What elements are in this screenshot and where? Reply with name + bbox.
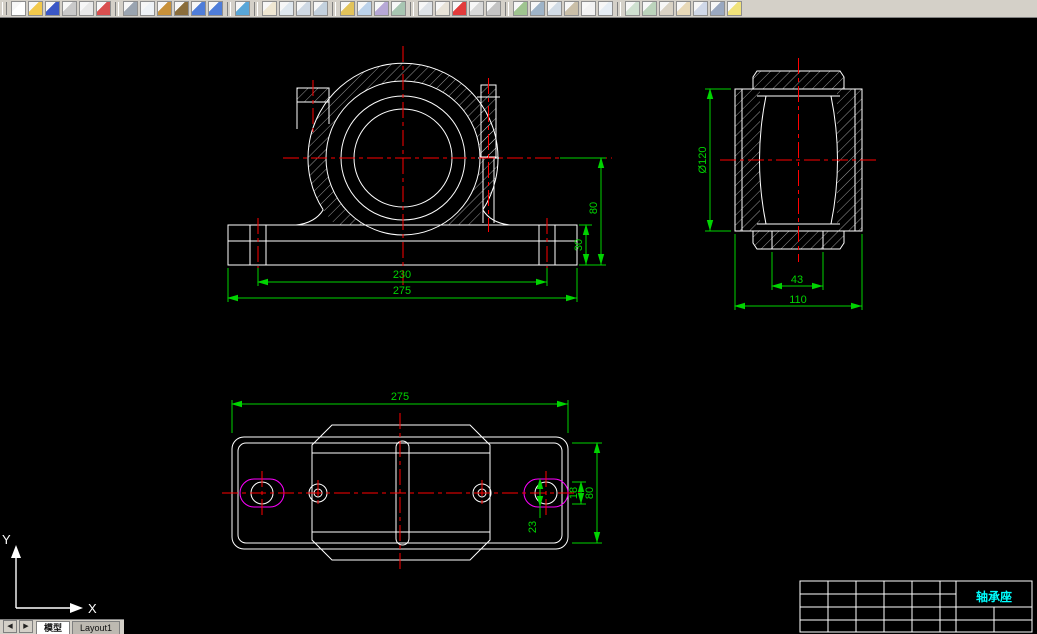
ucs-y-arrow <box>11 545 21 558</box>
layout-tab-bar: ◀ ▶ 模型 Layout1 <box>0 619 125 634</box>
ucs-y-label: Y <box>2 532 11 547</box>
redo-icon[interactable] <box>208 1 223 16</box>
toolbar-separator <box>254 1 258 16</box>
toolbar-separator <box>410 1 414 16</box>
dim-text-275-plan: 275 <box>391 391 409 403</box>
dim-text-230: 230 <box>393 269 411 281</box>
dim-text-80: 80 <box>588 202 600 214</box>
title-block: 轴承座 <box>799 580 1033 633</box>
zoom-realtime-icon[interactable] <box>279 1 294 16</box>
toolbar-separator <box>332 1 336 16</box>
design-center-icon[interactable] <box>374 1 389 16</box>
region-icon[interactable] <box>564 1 579 16</box>
model-space-canvas[interactable]: 230 275 30 80 Ø120 43 110 275 18 80 23 Y… <box>0 0 1037 634</box>
help-icon[interactable] <box>727 1 742 16</box>
match-properties-icon[interactable] <box>174 1 189 16</box>
dim-text-43: 43 <box>791 274 803 286</box>
open-icon[interactable] <box>28 1 43 16</box>
toolbar-icons <box>10 1 743 16</box>
toolbar-grip[interactable] <box>2 2 7 15</box>
toolbar-separator <box>617 1 621 16</box>
side-view: Ø120 43 110 <box>697 58 877 310</box>
dim-text-275: 275 <box>393 285 411 297</box>
layer-previous-icon[interactable] <box>435 1 450 16</box>
properties-icon[interactable] <box>357 1 372 16</box>
distance-icon[interactable] <box>340 1 355 16</box>
color-control-icon[interactable] <box>452 1 467 16</box>
tab-layout1[interactable]: Layout1 <box>72 621 121 634</box>
toolbar-separator <box>227 1 231 16</box>
tab-model[interactable]: 模型 <box>36 621 71 634</box>
front-left-fillet <box>295 209 324 226</box>
zoom-previous-icon[interactable] <box>313 1 328 16</box>
dim-text-dia120: Ø120 <box>697 147 709 174</box>
plan-view: 275 18 80 23 <box>222 391 602 570</box>
dim-text-110: 110 <box>789 294 807 306</box>
table-icon[interactable] <box>598 1 613 16</box>
tab-scroll-right-button[interactable]: ▶ <box>19 620 33 633</box>
ucs-x-label: X <box>88 601 97 616</box>
copy-icon[interactable] <box>140 1 155 16</box>
paste-icon[interactable] <box>157 1 172 16</box>
dim-text-18: 18 <box>568 487 580 499</box>
make-block-icon[interactable] <box>513 1 528 16</box>
front-view: 230 275 30 80 <box>227 46 612 302</box>
tab-scroll-left-button[interactable]: ◀ <box>3 620 17 633</box>
ucs-x-arrow <box>70 603 83 613</box>
3d-orbit-icon[interactable] <box>642 1 657 16</box>
pan-realtime-icon[interactable] <box>262 1 277 16</box>
hatch-icon[interactable] <box>547 1 562 16</box>
toolbar-separator <box>115 1 119 16</box>
ucs-icon[interactable] <box>693 1 708 16</box>
named-views-icon[interactable] <box>625 1 640 16</box>
top-toolbar <box>0 0 1037 18</box>
zoom-window-icon[interactable] <box>296 1 311 16</box>
dim-text-23: 23 <box>527 521 539 533</box>
cut-icon[interactable] <box>123 1 138 16</box>
osnap-settings-icon[interactable] <box>676 1 691 16</box>
new-icon[interactable] <box>11 1 26 16</box>
lineweight-control-icon[interactable] <box>486 1 501 16</box>
dim-text-30: 30 <box>573 239 585 251</box>
layers-icon[interactable] <box>418 1 433 16</box>
front-right-fillet <box>482 209 511 226</box>
part-name-text: 轴承座 <box>976 589 1012 604</box>
toolbar-separator <box>505 1 509 16</box>
tool-palettes-icon[interactable] <box>391 1 406 16</box>
regen-icon[interactable] <box>659 1 674 16</box>
insert-hyperlink-icon[interactable] <box>235 1 250 16</box>
text-icon[interactable] <box>581 1 596 16</box>
plot-icon[interactable] <box>62 1 77 16</box>
undo-icon[interactable] <box>191 1 206 16</box>
spelling-icon[interactable] <box>96 1 111 16</box>
print-preview-icon[interactable] <box>79 1 94 16</box>
ucs-icon: Y X <box>2 532 97 616</box>
save-icon[interactable] <box>45 1 60 16</box>
render-icon[interactable] <box>710 1 725 16</box>
dim-text-80-plan: 80 <box>584 487 596 499</box>
linetype-control-icon[interactable] <box>469 1 484 16</box>
autocad-window: 230 275 30 80 Ø120 43 110 275 18 80 23 Y… <box>0 0 1037 634</box>
insert-block-icon[interactable] <box>530 1 545 16</box>
